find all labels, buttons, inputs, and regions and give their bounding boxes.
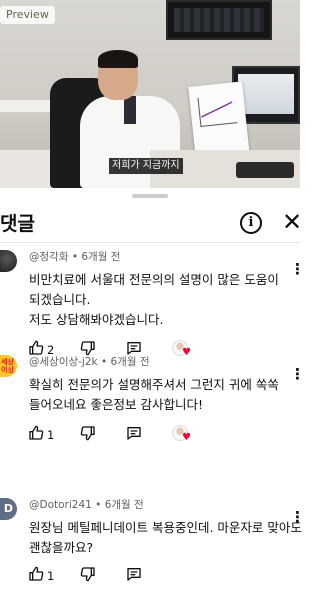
preview-badge: Preview — [0, 6, 55, 24]
comment-line: 원장님 메틸페니데이트 복용중인데. 마운자로 맞아도 — [29, 520, 302, 535]
doctor-hair — [98, 50, 138, 68]
more-vert-icon[interactable]: ⋮ — [290, 262, 305, 280]
comment-line: 들어오네요 좋은정보 감사합니다! — [29, 397, 203, 412]
wall-monitor — [166, 0, 272, 40]
like-button[interactable] — [28, 425, 44, 445]
comments-sheet: 댓글 i ✕ @정각화 • 6개월 전 ⋮ 비만치료에 서울대 전문의의 설명이… — [0, 188, 305, 600]
comment-actions: 1 — [28, 566, 268, 586]
thumb-down-icon — [80, 341, 95, 356]
like-button[interactable] — [28, 566, 44, 586]
comment-line: 확실히 전문의가 설명해주셔서 그런지 귀에 쏙쏙 — [29, 377, 279, 392]
comment-author[interactable]: @정각화 — [29, 251, 68, 263]
sheet-drag-handle[interactable] — [132, 194, 168, 198]
comment-meta: @세상이상-j2k • 6개월 전 — [29, 355, 149, 369]
comment-actions: 1 ♥ — [28, 425, 268, 445]
comments-title: 댓글 — [0, 213, 35, 235]
comment-text: 비만치료에 서울대 전문의의 설명이 많은 도움이 되겠습니다. 저도 상담해봐… — [29, 270, 279, 330]
heart-icon: ♥ — [182, 432, 191, 443]
like-count: 1 — [47, 569, 55, 583]
thumb-down-icon — [80, 426, 95, 441]
more-vert-icon[interactable]: ⋮ — [290, 367, 305, 385]
comment-author[interactable]: @Dotori241 — [29, 499, 92, 511]
avatar[interactable] — [0, 250, 17, 272]
thumb-up-icon — [29, 340, 44, 355]
comment-text: 원장님 메틸페니데이트 복용중인데. 마운자로 맞아도 괜찮을까요? — [29, 518, 302, 558]
thumb-up-icon — [29, 566, 44, 581]
reply-button[interactable] — [126, 425, 142, 445]
comment-meta: @정각화 • 6개월 전 — [29, 250, 120, 264]
thumb-down-icon — [80, 567, 95, 582]
avatar[interactable]: D — [0, 498, 17, 520]
chart-paper — [188, 81, 250, 161]
like-count: 1 — [47, 428, 55, 442]
close-icon[interactable]: ✕ — [282, 208, 302, 236]
info-icon[interactable]: i — [240, 212, 262, 234]
meta-separator: • — [95, 499, 105, 511]
dislike-button[interactable] — [80, 425, 96, 445]
comments-header: 댓글 i ✕ — [0, 204, 302, 240]
header-divider — [0, 242, 300, 243]
comment-meta: @Dotori241 • 6개월 전 — [29, 498, 144, 512]
reply-button[interactable] — [126, 566, 142, 586]
comment-time: 6개월 전 — [81, 251, 121, 263]
comment-line: 되겠습니다. — [29, 292, 91, 307]
video-player[interactable]: Preview 저희가 지금까지 — [0, 0, 300, 188]
reply-icon — [127, 427, 141, 440]
comment-text: 확실히 전문의가 설명해주셔서 그런지 귀에 쏙쏙 들어오네요 좋은정보 감사합… — [29, 375, 279, 415]
comment-line: 괜찮을까요? — [29, 540, 94, 555]
reply-icon — [127, 342, 141, 355]
meta-separator: • — [71, 251, 82, 263]
reply-icon — [127, 568, 141, 581]
comment-line: 저도 상담해봐야겠습니다. — [29, 312, 164, 327]
comment-time: 6개월 전 — [110, 356, 150, 368]
comment-author[interactable]: @세상이상-j2k — [29, 356, 98, 368]
thumb-up-icon — [29, 425, 44, 440]
keyboard — [236, 162, 294, 178]
comment-line: 비만치료에 서울대 전문의의 설명이 많은 도움이 — [29, 272, 279, 287]
heart-icon: ♥ — [182, 347, 191, 358]
video-subtitle: 저희가 지금까지 — [109, 158, 183, 174]
dislike-button[interactable] — [80, 566, 96, 586]
avatar[interactable]: 세상이상 — [0, 355, 17, 377]
comment-time: 6개월 전 — [104, 499, 144, 511]
